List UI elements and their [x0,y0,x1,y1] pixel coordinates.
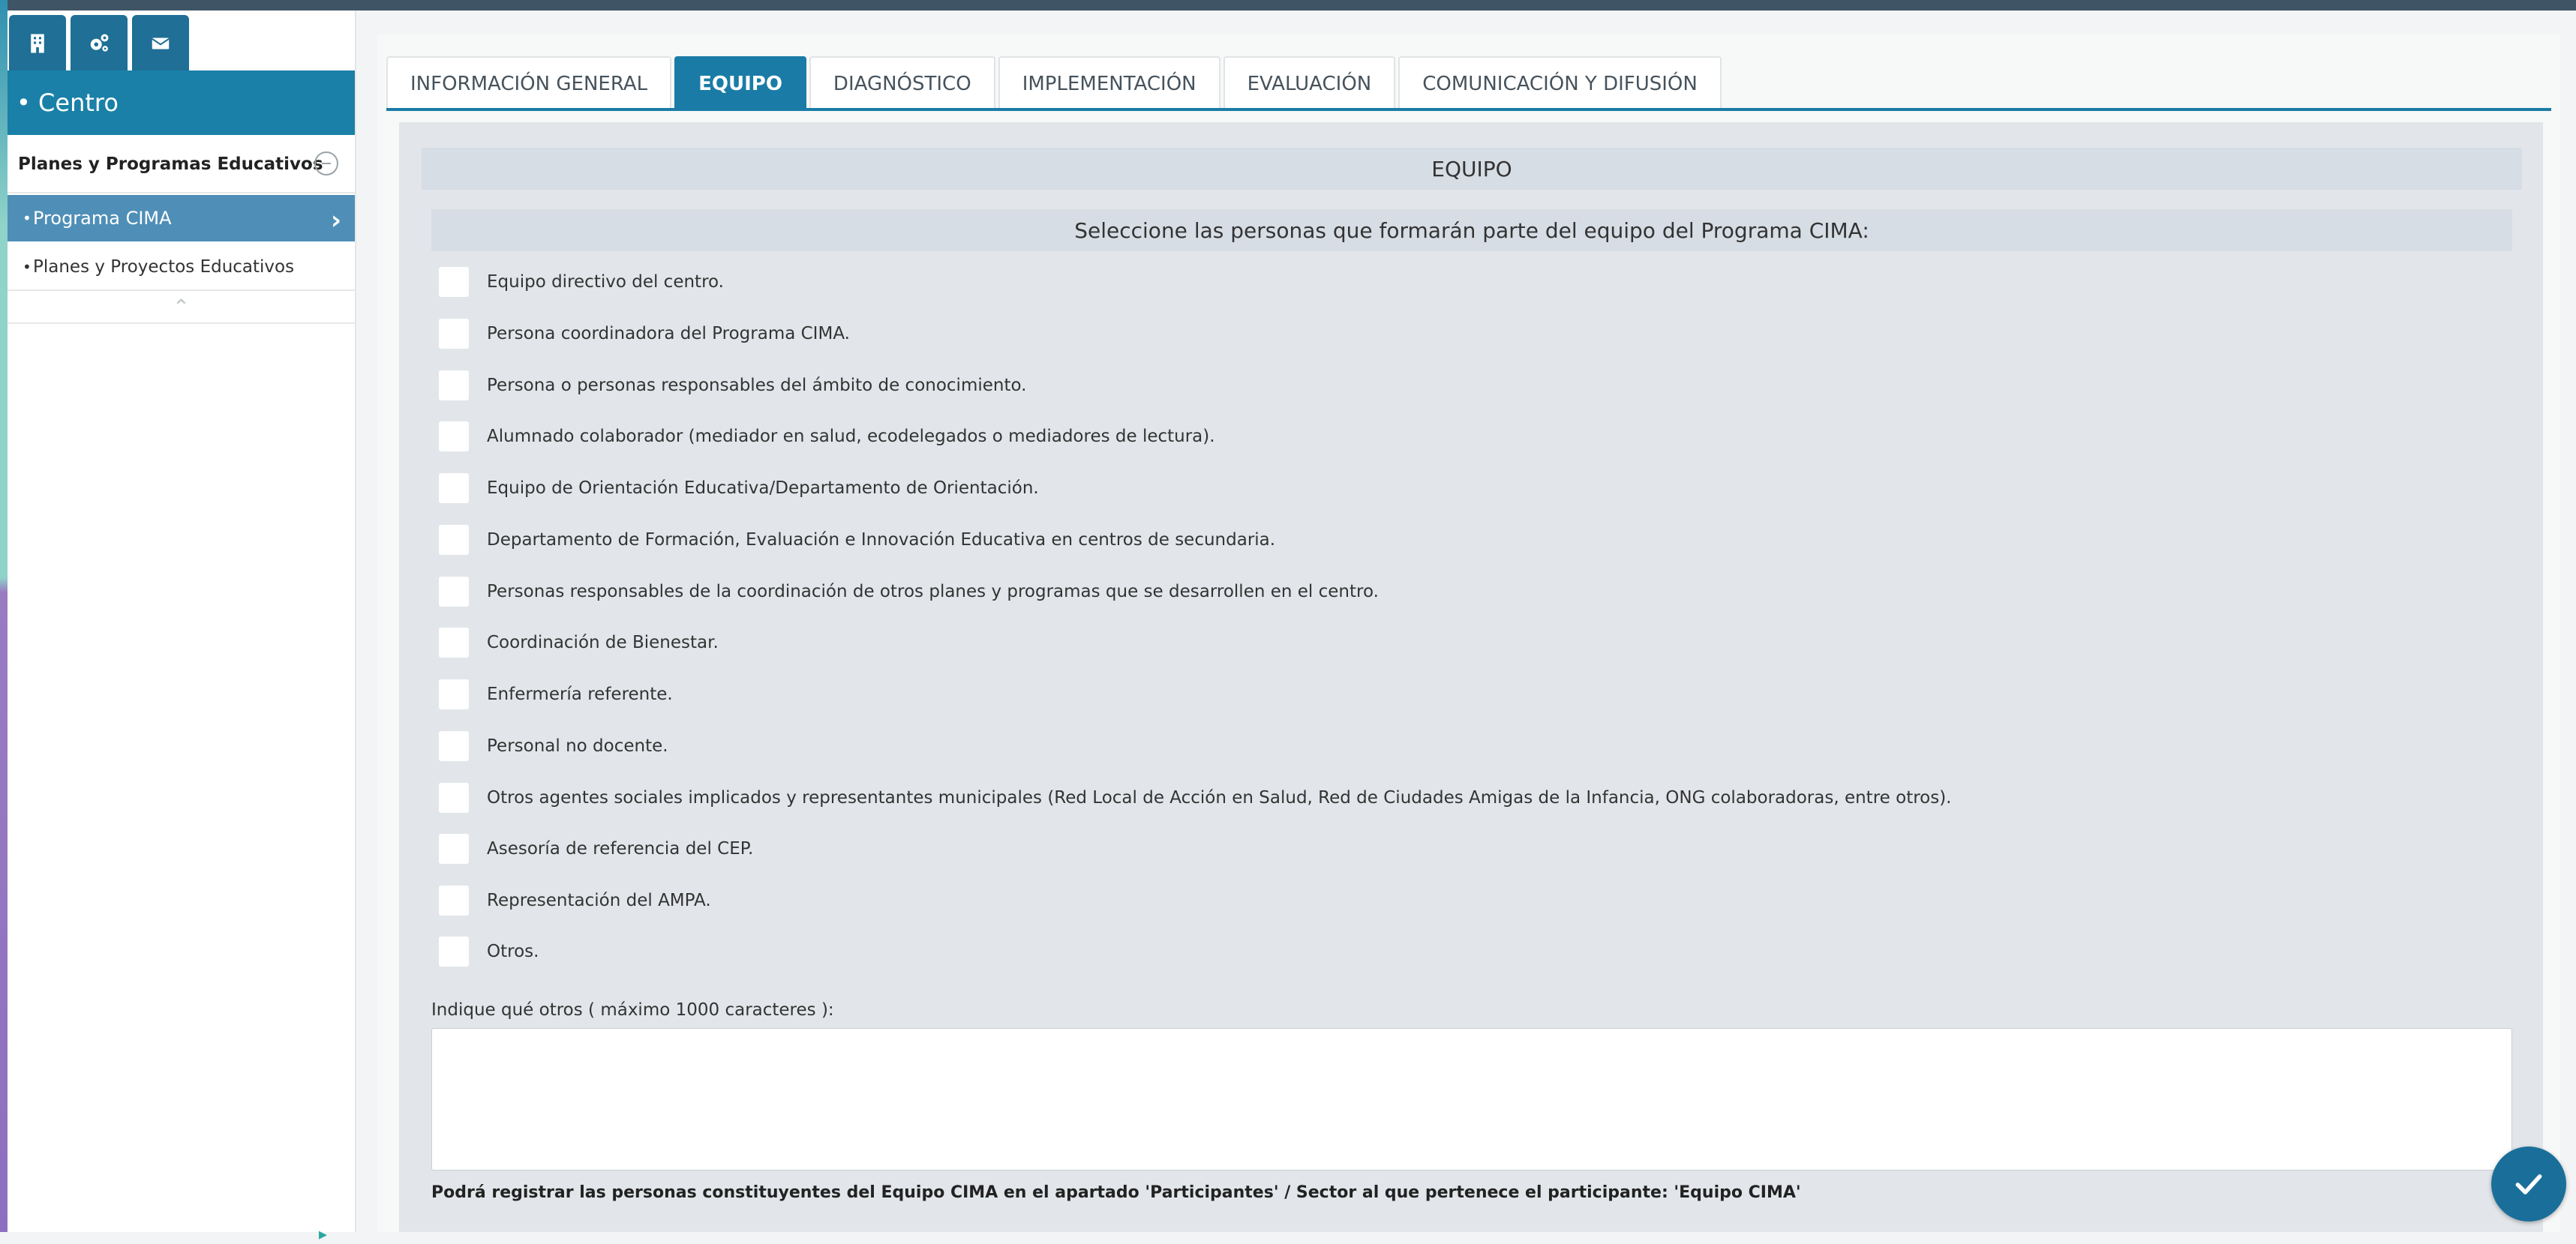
bullet-icon: • [23,258,32,276]
option-label: Otros agentes sociales implicados y repr… [487,788,1952,808]
checkbox[interactable] [439,577,469,607]
tab-underline [386,108,2551,111]
sidebar-group-planes[interactable]: Planes y Programas Educativos [8,136,355,193]
tab-diagnostico[interactable]: DIAGNÓSTICO [809,56,995,110]
option-label: Equipo directivo del centro. [487,272,724,292]
section-subtitle: Seleccione las personas que formarán par… [431,209,2512,251]
footnote: Podrá registrar las personas constituyen… [431,1183,1801,1202]
building-icon[interactable] [9,15,66,72]
tab-implementacion[interactable]: IMPLEMENTACIÓN [998,56,1220,110]
option-row: Departamento de Formación, Evaluación e … [439,524,1275,556]
cogs-icon[interactable] [71,15,128,72]
left-edge-strip [0,0,8,1232]
checkbox[interactable] [439,267,469,297]
option-row: Alumnado colaborador (mediador en salud,… [439,421,1215,452]
chevron-right-icon: › [330,205,341,235]
option-row: Equipo de Orientación Educativa/Departam… [439,472,1039,504]
checkbox[interactable] [439,421,469,451]
chevron-up-icon[interactable]: ⌃ [8,292,355,324]
option-row: Equipo directivo del centro. [439,266,724,298]
option-label: Asesoría de referencia del CEP. [487,839,754,859]
checkbox[interactable] [439,886,469,916]
option-label: Departamento de Formación, Evaluación e … [487,530,1276,550]
checkbox[interactable] [439,937,469,967]
option-row: Otros agentes sociales implicados y repr… [439,782,1952,814]
collapse-icon[interactable] [314,151,338,175]
option-label: Alumnado colaborador (mediador en salud,… [487,427,1215,446]
confirm-button[interactable] [2491,1147,2566,1222]
sidebar-item-planes-proyectos[interactable]: • Planes y Proyectos Educativos [8,244,355,291]
top-bar [0,0,2576,10]
main-content: INFORMACIÓN GENERAL EQUIPO DIAGNÓSTICO I… [377,34,2560,1232]
option-label: Equipo de Orientación Educativa/Departam… [487,478,1039,498]
option-label: Representación del AMPA. [487,891,711,910]
option-row: Asesoría de referencia del CEP. [439,833,753,865]
otros-textarea[interactable] [431,1028,2512,1171]
option-label: Persona coordinadora del Programa CIMA. [487,324,850,343]
option-label: Personas responsables de la coordinación… [487,582,1379,601]
bullet-icon: • [23,209,32,227]
checkbox[interactable] [439,783,469,813]
sidebar-item-programa-cima[interactable]: • Programa CIMA › [8,195,355,241]
sidebar-group-label: Planes y Programas Educativos [18,154,323,174]
option-row: Personas responsables de la coordinación… [439,576,1379,607]
option-row: Personal no docente. [439,730,668,762]
checkbox[interactable] [439,628,469,658]
checkbox[interactable] [439,319,469,349]
option-row: Persona o personas responsables del ámbi… [439,370,1026,401]
tab-evaluacion[interactable]: EVALUACIÓN [1223,56,1396,110]
option-row: Otros. [439,936,539,967]
corner-arrow-icon: ▸ [319,1225,328,1244]
tab-comunicacion-difusion[interactable]: COMUNICACIÓN Y DIFUSIÓN [1398,56,1722,110]
checkbox[interactable] [439,834,469,864]
option-row: Enfermería referente. [439,679,673,710]
check-icon [2515,1174,2542,1195]
option-row: Persona coordinadora del Programa CIMA. [439,318,850,349]
option-label: Otros. [487,942,539,961]
otros-field-label: Indique qué otros ( máximo 1000 caracter… [431,1000,834,1020]
sidebar: • Centro Planes y Programas Educativos •… [8,10,356,1244]
checkbox[interactable] [439,731,469,761]
checkbox[interactable] [439,370,469,400]
sidebar-item-label: Programa CIMA [33,208,172,229]
option-row: Coordinación de Bienestar. [439,627,719,658]
option-row: Representación del AMPA. [439,885,711,916]
checkbox[interactable] [439,679,469,709]
checkbox[interactable] [439,473,469,503]
tab-informacion-general[interactable]: INFORMACIÓN GENERAL [386,56,672,110]
option-label: Persona o personas responsables del ámbi… [487,376,1027,395]
option-label: Coordinación de Bienestar. [487,633,719,652]
sidebar-header: • Centro [8,70,355,135]
sidebar-icon-bar [8,15,189,72]
sidebar-item-label: Planes y Proyectos Educativos [33,257,295,277]
option-label: Personal no docente. [487,736,668,756]
checkbox[interactable] [439,525,469,555]
envelope-icon[interactable] [132,15,189,72]
equipo-panel: EQUIPO Seleccione las personas que forma… [399,122,2543,1232]
option-label: Enfermería referente. [487,685,673,704]
section-title: EQUIPO [422,148,2522,190]
tab-bar: INFORMACIÓN GENERAL EQUIPO DIAGNÓSTICO I… [386,56,1722,110]
tab-equipo[interactable]: EQUIPO [674,56,806,110]
